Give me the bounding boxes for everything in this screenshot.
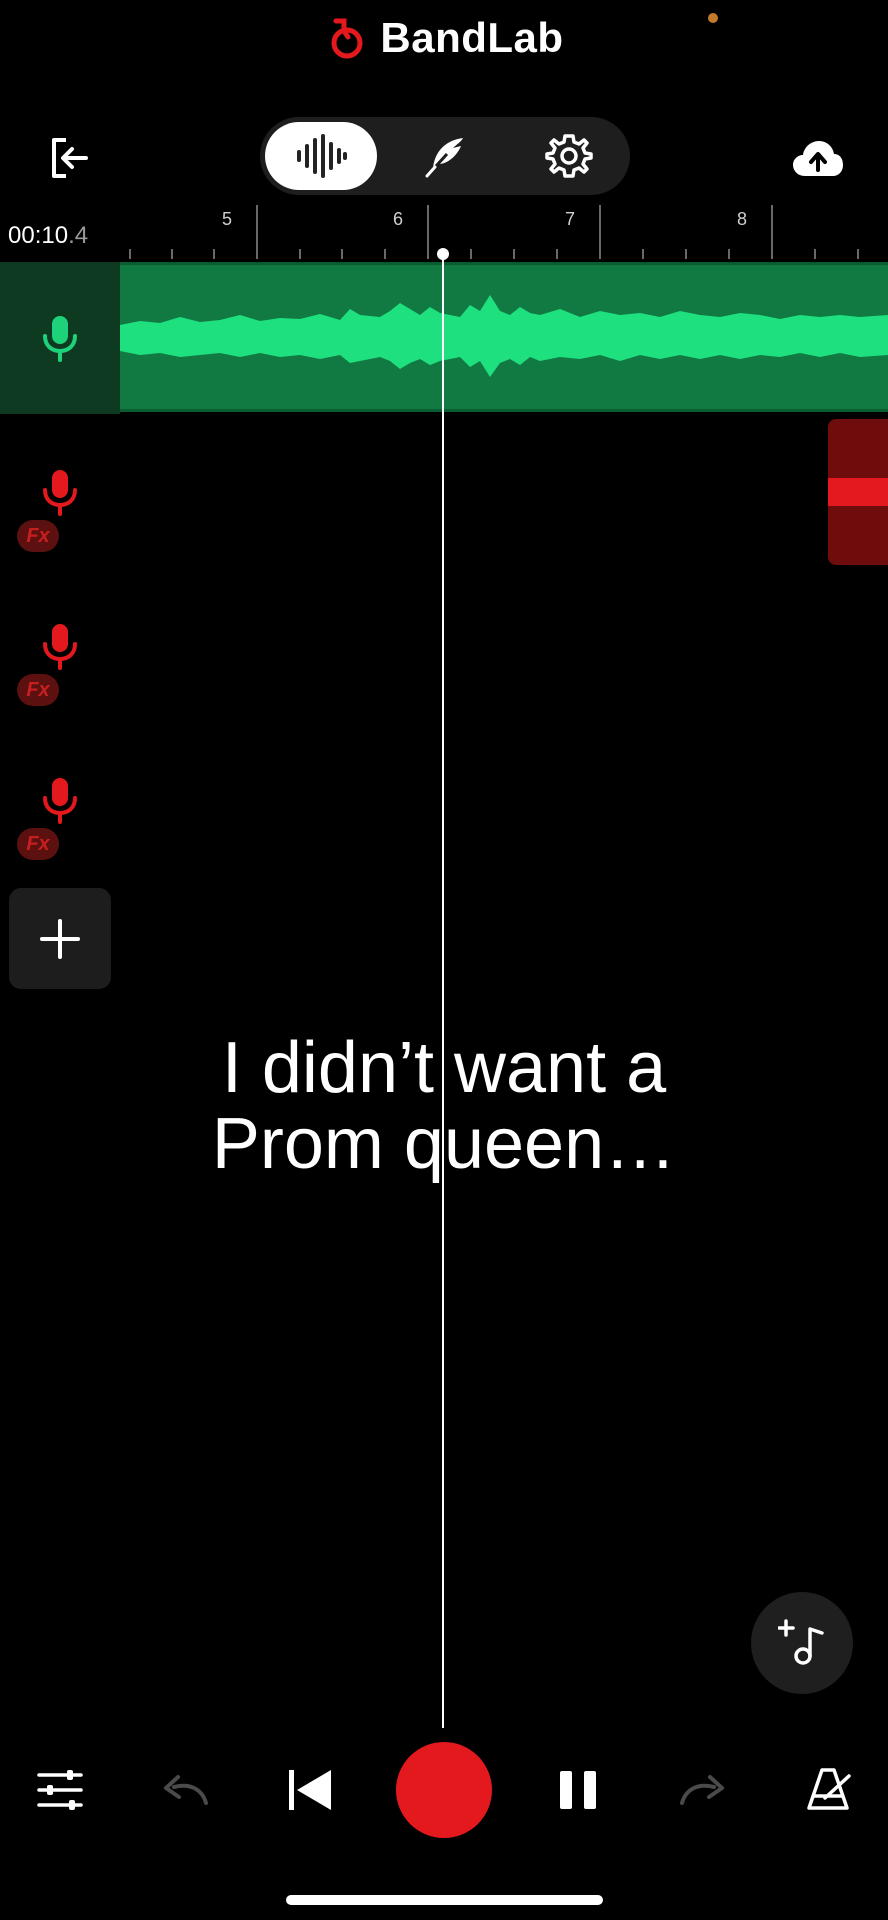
- timeline-ruler[interactable]: 5 6 7 8: [120, 205, 888, 263]
- add-music-button[interactable]: [751, 1592, 853, 1694]
- bar-number: 8: [737, 209, 748, 229]
- exit-button[interactable]: [36, 126, 100, 190]
- playhead-line[interactable]: [442, 254, 444, 1728]
- feather-icon: [425, 138, 463, 178]
- track-header-1[interactable]: [0, 262, 120, 414]
- undo-icon: [164, 1775, 208, 1805]
- playhead-handle[interactable]: [437, 248, 449, 260]
- settings-mode-button[interactable]: [513, 122, 625, 190]
- caption-overlay: I didn’t want a Prom queen…: [0, 1030, 888, 1182]
- mic-icon: [43, 316, 77, 362]
- plus-icon: [40, 918, 80, 959]
- bar-number: 6: [393, 209, 404, 229]
- time-fraction: .4: [68, 222, 89, 249]
- fx-badge[interactable]: Fx: [17, 674, 59, 706]
- mixer-sliders-icon: [37, 1770, 83, 1810]
- upload-button[interactable]: [786, 126, 850, 190]
- add-track-button[interactable]: [9, 888, 111, 989]
- undo-button[interactable]: [147, 1752, 223, 1828]
- mixer-button[interactable]: [22, 1752, 98, 1828]
- brand-name: BandLab: [380, 14, 564, 61]
- bandlab-logo-icon: [331, 18, 363, 59]
- redo-button[interactable]: [665, 1752, 741, 1828]
- bar-number: 7: [565, 209, 576, 229]
- skip-back-button[interactable]: [272, 1752, 348, 1828]
- cloud-upload-icon: [793, 141, 843, 176]
- fx-badge[interactable]: Fx: [17, 520, 59, 552]
- bar-number: 5: [222, 209, 233, 229]
- status-dot: [708, 13, 718, 23]
- audio-clip-red-wave: [828, 478, 888, 506]
- add-music-icon: [778, 1619, 824, 1665]
- settings-gear-icon: [545, 134, 593, 178]
- lyrics-mode-button[interactable]: [389, 122, 501, 190]
- mic-icon: [43, 624, 77, 670]
- metronome-icon: [807, 1768, 851, 1810]
- track-header-3[interactable]: Fx: [0, 618, 120, 738]
- pause-button[interactable]: [540, 1752, 616, 1828]
- waveform-icon: [297, 134, 347, 178]
- record-button[interactable]: [396, 1742, 492, 1838]
- time-readout: 00:10.4: [8, 222, 88, 250]
- track-header-4[interactable]: Fx: [0, 772, 120, 892]
- ruler-ticks: [129, 205, 859, 259]
- redo-icon: [680, 1775, 724, 1805]
- waveform-mode-button[interactable]: [265, 122, 377, 190]
- mic-icon: [43, 470, 77, 516]
- caption-line-2: Prom queen…: [211, 1104, 677, 1184]
- exit-icon: [52, 138, 88, 178]
- skip-back-icon: [289, 1770, 331, 1810]
- waveform: [120, 295, 888, 377]
- pause-icon: [560, 1771, 596, 1809]
- mic-icon: [43, 778, 77, 824]
- view-mode-toggle: [260, 117, 630, 195]
- audio-clip[interactable]: [120, 262, 888, 412]
- brand-header: BandLab: [0, 8, 888, 68]
- fx-badge[interactable]: Fx: [17, 828, 59, 860]
- track-header-2[interactable]: Fx: [0, 464, 120, 584]
- metronome-button[interactable]: [790, 1752, 866, 1828]
- time-main: 00:10: [8, 222, 69, 249]
- caption-line-1: I didn’t want a: [221, 1028, 667, 1108]
- home-indicator[interactable]: [286, 1895, 603, 1905]
